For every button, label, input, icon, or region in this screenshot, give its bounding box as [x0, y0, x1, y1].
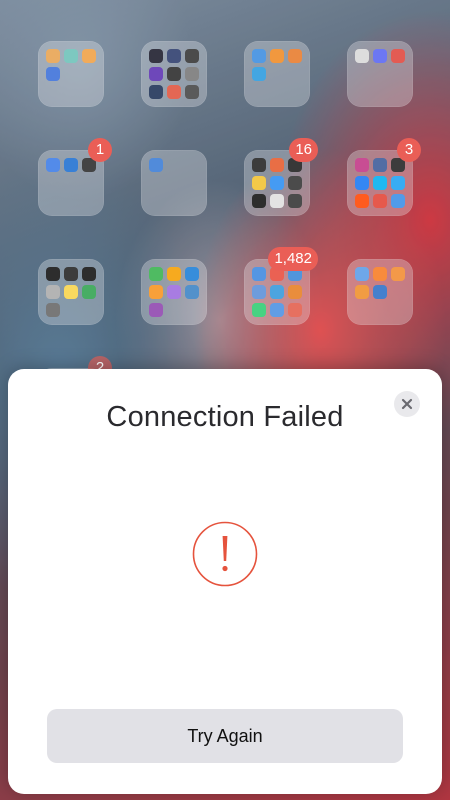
- exclamation-alert-icon: [192, 521, 258, 587]
- connection-failed-dialog: Connection Failed Try Again: [8, 369, 442, 794]
- try-again-button[interactable]: Try Again: [47, 709, 403, 763]
- dialog-title: Connection Failed: [106, 401, 344, 433]
